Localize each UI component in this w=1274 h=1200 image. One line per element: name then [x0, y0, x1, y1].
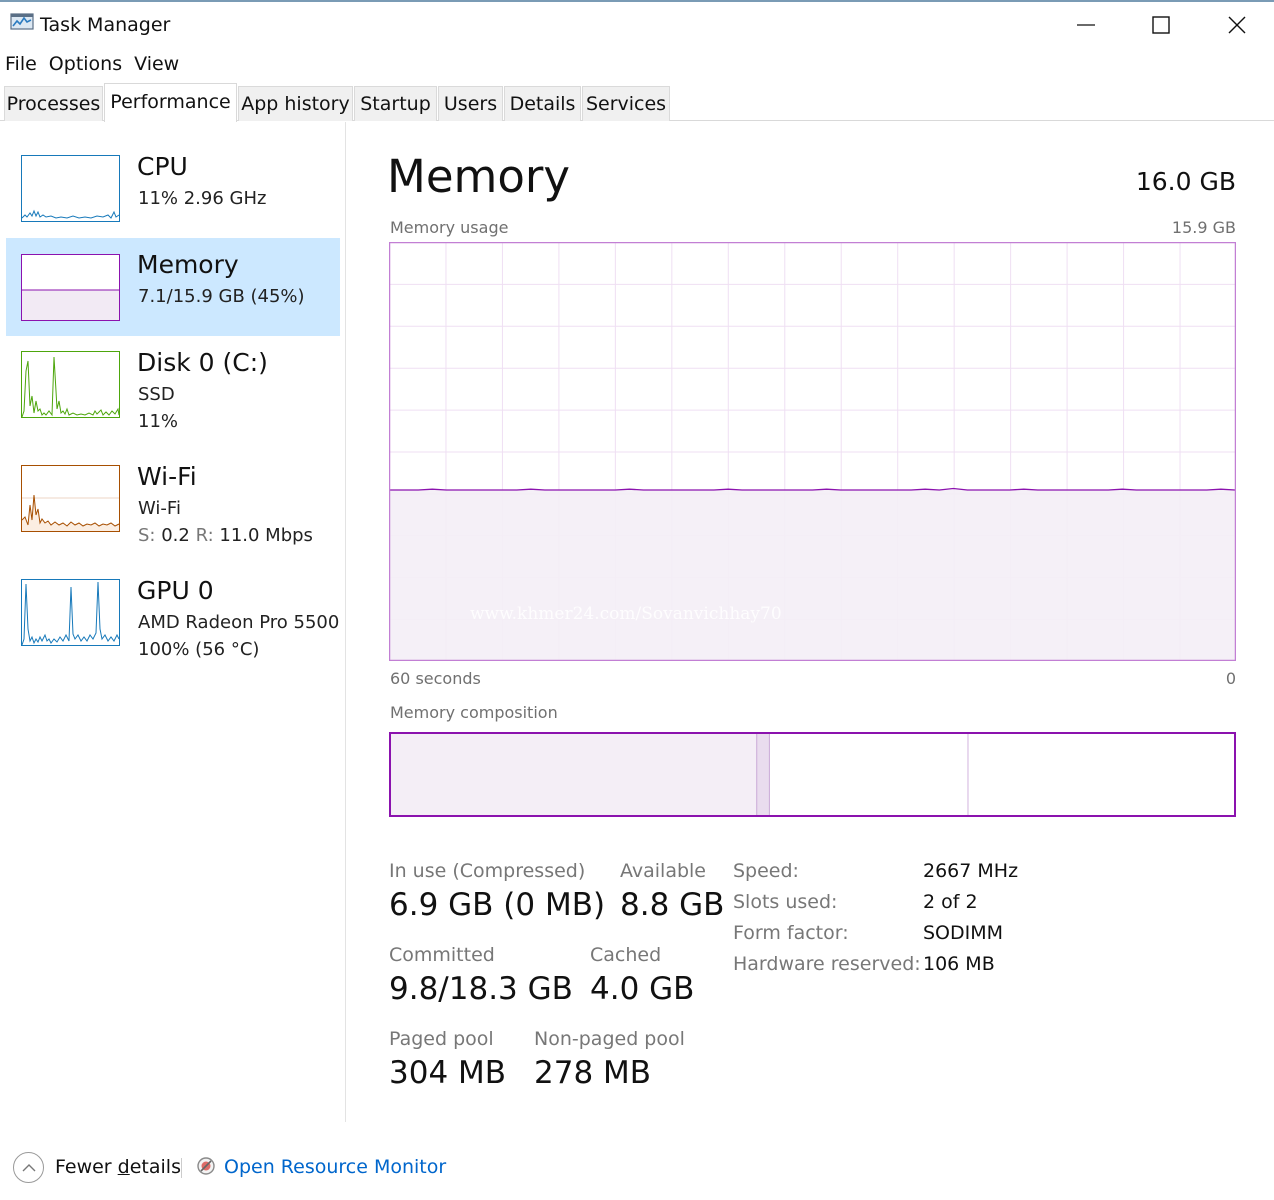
wifi-label: Wi-Fi	[137, 462, 197, 491]
menu-options[interactable]: Options	[43, 50, 128, 78]
resource-item-memory[interactable]: Memory 7.1/15.9 GB (45%)	[6, 238, 340, 336]
minimize-icon	[1077, 24, 1095, 26]
resource-item-gpu[interactable]: GPU 0 AMD Radeon Pro 5500M 100% (56 °C)	[6, 564, 340, 674]
fewer-details-suffix: etails	[129, 1156, 181, 1178]
tab-startup[interactable]: Startup	[354, 86, 437, 121]
paged-pool-label: Paged pool	[389, 1028, 494, 1050]
page-title: Memory	[387, 150, 571, 203]
in-use-value: 6.9 GB (0 MB)	[389, 887, 606, 923]
fewer-details-accesskey: d	[117, 1156, 130, 1178]
close-icon	[1228, 16, 1246, 34]
composition-modified	[756, 733, 770, 816]
hardware-reserved-value: 106 MB	[923, 953, 995, 975]
time-axis-left: 60 seconds	[390, 669, 481, 688]
usage-graph-label: Memory usage	[390, 218, 509, 237]
gpu-label: GPU 0	[137, 576, 214, 605]
tab-strip: Processes Performance App history Startu…	[0, 83, 1274, 122]
menu-view[interactable]: View	[128, 50, 185, 78]
speed-value: 2667 MHz	[923, 860, 1019, 882]
wifi-thumbnail-graph	[21, 465, 120, 532]
resource-item-cpu[interactable]: CPU 11% 2.96 GHz	[6, 142, 340, 242]
tab-processes[interactable]: Processes	[4, 86, 103, 121]
memory-composition-bar	[389, 732, 1236, 817]
usage-graph-max: 15.9 GB	[1171, 218, 1236, 237]
composition-label: Memory composition	[390, 703, 558, 722]
footer-bar: Fewer details Open Resource Monitor	[0, 1148, 1274, 1188]
resource-monitor-icon	[197, 1157, 215, 1175]
disk-thumbnail-graph	[21, 351, 120, 418]
available-value: 8.8 GB	[620, 887, 725, 923]
resource-item-disk[interactable]: Disk 0 (C:) SSD 11%	[6, 336, 340, 446]
wifi-send-value: 0.2	[161, 525, 190, 546]
menu-file[interactable]: File	[0, 50, 43, 78]
footer-divider	[181, 1158, 182, 1178]
fewer-details-button[interactable]: Fewer details	[55, 1156, 181, 1178]
gpu-usage: 100% (56 °C)	[138, 639, 260, 660]
wifi-recv-value: 11.0 Mbps	[219, 525, 313, 546]
task-manager-icon	[10, 13, 34, 30]
cpu-label: CPU	[137, 152, 188, 181]
menu-bar: File Options View	[0, 50, 185, 78]
tab-users[interactable]: Users	[438, 86, 503, 121]
memory-usage: 7.1/15.9 GB (45%)	[138, 286, 305, 307]
slots-used-label: Slots used:	[733, 891, 838, 913]
form-factor-value: SODIMM	[923, 922, 1004, 944]
fewer-details-toggle[interactable]	[13, 1152, 44, 1183]
chevron-up-icon	[22, 1163, 35, 1171]
cpu-usage: 11% 2.96 GHz	[138, 188, 267, 209]
available-label: Available	[620, 860, 707, 882]
tab-performance[interactable]: Performance	[104, 83, 237, 122]
close-button[interactable]	[1213, 8, 1261, 42]
wifi-adapter: Wi-Fi	[138, 498, 181, 519]
resource-item-wifi[interactable]: Wi-Fi Wi-Fi S: 0.2 R: 11.0 Mbps	[6, 450, 340, 560]
fewer-details-prefix: Fewer	[55, 1156, 118, 1178]
wifi-throughput: S: 0.2 R: 11.0 Mbps	[138, 525, 313, 546]
disk-label: Disk 0 (C:)	[137, 348, 268, 377]
title-bar: Task Manager	[0, 0, 1274, 46]
committed-value: 9.8/18.3 GB	[389, 971, 573, 1007]
non-paged-pool-value: 278 MB	[534, 1055, 652, 1091]
memory-usage-graph	[389, 242, 1236, 661]
disk-type: SSD	[138, 384, 175, 405]
non-paged-pool-label: Non-paged pool	[534, 1028, 685, 1050]
slots-used-value: 2 of 2	[923, 891, 978, 913]
gpu-thumbnail-graph	[21, 579, 120, 646]
cpu-thumbnail-graph	[21, 155, 120, 222]
memory-thumbnail-graph	[21, 254, 120, 321]
open-resource-monitor-link[interactable]: Open Resource Monitor	[224, 1156, 446, 1178]
memory-total: 16.0 GB	[1135, 167, 1236, 196]
committed-label: Committed	[389, 944, 495, 966]
minimize-button[interactable]	[1062, 8, 1110, 42]
window-title: Task Manager	[40, 14, 171, 36]
wifi-recv-label: R:	[195, 525, 214, 546]
composition-in-use	[390, 733, 757, 816]
cached-value: 4.0 GB	[590, 971, 695, 1007]
memory-label: Memory	[137, 250, 239, 279]
hardware-reserved-label: Hardware reserved:	[733, 953, 921, 975]
cached-label: Cached	[590, 944, 662, 966]
tab-services[interactable]: Services	[582, 86, 670, 121]
wifi-send-label: S:	[138, 525, 156, 546]
resource-list: CPU 11% 2.96 GHz Memory 7.1/15.9 GB (45%…	[0, 122, 346, 1122]
tab-details[interactable]: Details	[504, 86, 581, 121]
maximize-button[interactable]	[1137, 8, 1185, 42]
paged-pool-value: 304 MB	[389, 1055, 507, 1091]
form-factor-label: Form factor:	[733, 922, 849, 944]
speed-label: Speed:	[733, 860, 799, 882]
watermark-text: www.khmer24.com/Sovanvichhay70	[470, 604, 782, 624]
in-use-label: In use (Compressed)	[389, 860, 586, 882]
maximize-icon	[1152, 16, 1170, 34]
disk-usage: 11%	[138, 411, 179, 432]
gpu-model: AMD Radeon Pro 5500M	[138, 612, 340, 633]
tab-app-history[interactable]: App history	[238, 86, 353, 121]
time-axis-right: 0	[1225, 669, 1236, 688]
